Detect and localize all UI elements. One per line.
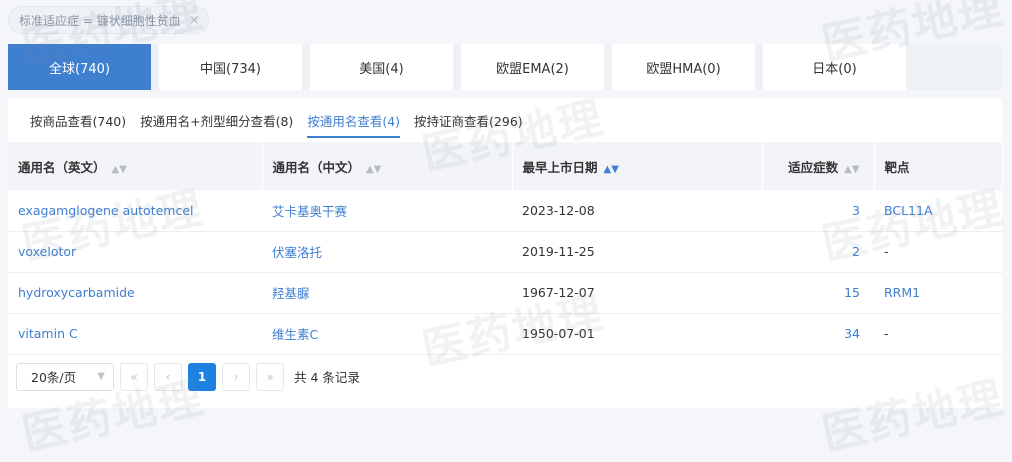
target-link[interactable]: BCL11A [874,190,1002,231]
launch-date: 2019-11-25 [522,244,595,259]
indication-count-link[interactable]: 15 [762,272,874,313]
column-header-indication-count[interactable]: 适应症数 ▲▼ [762,142,875,190]
page-size-select[interactable]: 20条/页 ▼ [16,362,114,391]
chinese-name-link[interactable]: 艾卡基奥干赛 [262,190,512,231]
region-tabs: 全球(740) 中国(734) 美国(4) 欧盟EMA(2) 欧盟HMA(0) … [8,44,1002,90]
total-records: 共 4 条记录 [294,370,360,385]
page-1-button[interactable]: 1 [188,362,216,391]
tab-global[interactable]: 全球(740) [8,44,151,90]
column-header-first-launch-date[interactable]: 最早上市日期 ▲▼ [512,142,763,190]
last-page-button[interactable]: » [256,362,284,391]
column-header-chinese-name[interactable]: 通用名（中文） ▲▼ [262,142,513,190]
launch-date: 2023-12-08 [522,202,595,218]
view-tabs: 按商品查看(740) 按通用名+剂型细分查看(8) 按通用名查看(4) 按持证商… [8,98,1002,142]
english-name-link[interactable]: exagamglogene autotemcel [8,190,262,231]
english-name-link[interactable]: voxelotor [8,231,262,272]
table-row: exagamglogene autotemcel 艾卡基奥干赛 2023-12-… [8,190,1002,231]
english-name-link[interactable]: vitamin C [8,313,262,354]
tab-japan[interactable]: 日本(0) [763,44,906,90]
tab-by-product[interactable]: 按商品查看(740) [30,103,126,138]
close-icon[interactable]: × [189,13,200,28]
tab-china[interactable]: 中国(734) [159,44,302,90]
sort-icon[interactable]: ▲▼ [366,164,381,175]
column-header-target: 靶点 [874,142,1003,190]
column-header-english-name[interactable]: 通用名（英文） ▲▼ [8,142,263,190]
target-empty: - [884,326,889,341]
sort-icon[interactable]: ▲▼ [604,164,619,175]
sort-icon[interactable]: ▲▼ [844,164,859,175]
prev-page-button[interactable]: ‹ [154,362,182,391]
page-size-value: 20条/页 [31,370,77,385]
chinese-name-link[interactable]: 羟基脲 [262,272,512,313]
table-header-row: 通用名（英文） ▲▼ 通用名（中文） ▲▼ 最早上市日期 ▲▼ 适应症数 ▲▼ 靶点 [8,142,1003,190]
target-link[interactable]: RRM1 [874,272,1002,313]
target-empty: - [884,244,889,259]
table-row: hydroxycarbamide 羟基脲 1967-12-07 15 RRM1 [8,272,1002,313]
filter-tag-label: 标准适应症 = 镰状细胞性贫血 [19,13,181,28]
results-table: 通用名（英文） ▲▼ 通用名（中文） ▲▼ 最早上市日期 ▲▼ 适应症数 ▲▼ 靶点 e… [8,142,1003,355]
filter-tag: 标准适应症 = 镰状细胞性贫血 × [8,6,209,34]
launch-date: 1967-12-07 [522,285,595,300]
next-page-button[interactable]: › [222,362,250,391]
english-name-link[interactable]: hydroxycarbamide [8,272,262,313]
indication-count-link[interactable]: 3 [762,190,874,231]
tab-by-generic-name[interactable]: 按通用名查看(4) [307,103,400,138]
chinese-name-link[interactable]: 维生素C [262,313,512,354]
table-row: voxelotor 伏塞洛托 2019-11-25 2 - [8,231,1002,272]
table-row: vitamin C 维生素C 1950-07-01 34 - [8,313,1002,354]
sort-icon[interactable]: ▲▼ [112,164,127,175]
launch-date: 1950-07-01 [522,326,595,341]
tab-usa[interactable]: 美国(4) [310,44,453,90]
indication-count-link[interactable]: 34 [762,313,874,354]
tab-eu-hma[interactable]: 欧盟HMA(0) [612,44,755,90]
chevron-down-icon: ▼ [97,371,105,382]
first-page-button[interactable]: « [120,362,148,391]
indication-count-link[interactable]: 2 [762,231,874,272]
pagination: 20条/页 ▼ « ‹ 1 › » 共 4 条记录 [8,355,1002,399]
tab-eu-ema[interactable]: 欧盟EMA(2) [461,44,604,90]
results-card: 按商品查看(740) 按通用名+剂型细分查看(8) 按通用名查看(4) 按持证商… [8,98,1003,408]
tab-by-license-holder[interactable]: 按持证商查看(296) [414,103,523,138]
chinese-name-link[interactable]: 伏塞洛托 [262,231,512,272]
tab-by-generic-dosage[interactable]: 按通用名+剂型细分查看(8) [140,103,293,138]
